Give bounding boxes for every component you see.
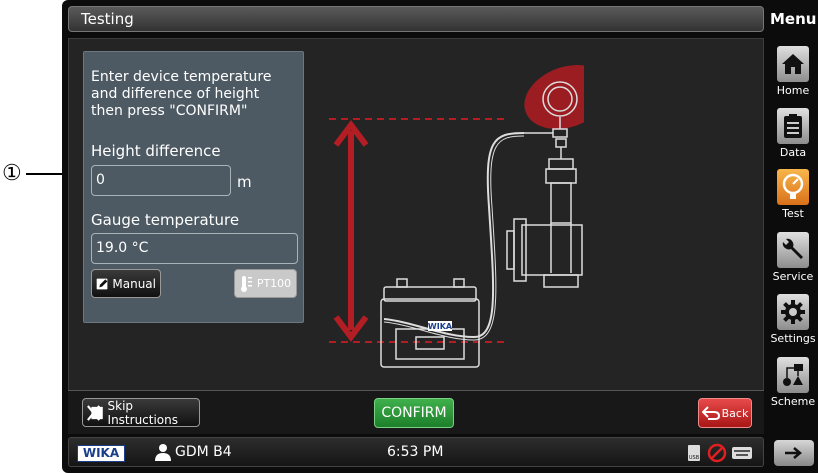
menu-label-settings: Settings <box>770 332 816 345</box>
scheme-icon <box>777 357 809 393</box>
gauge-icon <box>777 169 809 205</box>
case-badge: WIKA <box>428 321 453 331</box>
menu-next-button[interactable] <box>774 440 814 466</box>
height-arrow <box>333 120 369 342</box>
home-icon <box>777 46 809 82</box>
instruction-line: and difference of height <box>91 86 260 102</box>
instruction-panel: Enter device temperature and difference … <box>83 51 304 323</box>
keyboard-icon[interactable] <box>731 446 753 460</box>
skip-instructions-label: Skip Instructions <box>107 398 179 427</box>
menu-item-settings[interactable]: Settings <box>770 294 816 354</box>
back-button[interactable]: Back <box>698 398 752 428</box>
status-bar: WIKA GDM B4 6:53 PM USB <box>68 437 764 467</box>
height-difference-label: Height difference <box>91 142 221 160</box>
instruction-line: Enter device temperature <box>91 69 272 85</box>
menu-label-service: Service <box>772 270 814 283</box>
menu-item-home[interactable]: Home <box>770 46 816 106</box>
battery-warning-icon <box>707 443 727 463</box>
installation-diagram: WIKA <box>329 65 584 368</box>
work-area: Enter device temperature and difference … <box>68 38 764 433</box>
menu-title: Menu <box>770 10 817 28</box>
manual-button[interactable]: Manual <box>91 269 161 298</box>
back-arrow-icon <box>701 406 720 420</box>
user-name: GDM B4 <box>175 444 232 460</box>
gauge-highlight-ellipse <box>524 65 584 129</box>
menu-label-test: Test <box>782 207 804 220</box>
edit-icon <box>96 278 108 289</box>
menu-item-data[interactable]: Data <box>770 108 816 168</box>
menu-label-home: Home <box>776 84 810 97</box>
pt100-button-label: PT100 <box>256 277 292 290</box>
confirm-button[interactable]: CONFIRM <box>374 398 454 428</box>
user-icon <box>155 444 171 461</box>
instruction-text: Enter device temperature and difference … <box>91 69 296 120</box>
gauge-temperature-field[interactable]: 19.0 °C <box>91 233 298 264</box>
pt100-button[interactable]: PT100 <box>234 269 297 298</box>
title-bar: Testing <box>68 6 764 32</box>
gear-icon <box>777 294 809 330</box>
menu-item-test[interactable]: Test <box>770 169 816 229</box>
pressure-hose <box>383 132 525 339</box>
menu-item-service[interactable]: Service <box>770 232 816 292</box>
clock: 6:53 PM <box>387 444 444 460</box>
wika-logo: WIKA <box>77 445 125 462</box>
pipe-assembly <box>506 138 583 288</box>
confirm-button-label: CONFIRM <box>381 405 447 421</box>
callout-number: ① <box>2 161 22 186</box>
wrench-icon <box>777 232 809 268</box>
arrow-right-icon <box>785 447 802 459</box>
page-title: Testing <box>81 10 134 28</box>
usb-label: USB <box>689 455 700 461</box>
usb-icon: USB <box>688 445 700 461</box>
menu-item-scheme[interactable]: Scheme <box>770 357 816 417</box>
menu-label-data: Data <box>779 146 807 159</box>
clipboard-icon <box>777 108 809 144</box>
back-button-label: Back <box>721 406 749 420</box>
skip-instructions-button[interactable]: Skip Instructions <box>82 398 200 427</box>
device-screen: Testing Menu Enter device temperature an… <box>62 0 818 473</box>
case-badge-text: WIKA <box>428 322 453 331</box>
height-difference-field[interactable]: 0 <box>91 165 231 196</box>
height-unit: m <box>237 173 252 191</box>
menu-label-scheme: Scheme <box>770 395 816 408</box>
instruction-line: then press "CONFIRM" <box>91 103 248 119</box>
gauge-temperature-label: Gauge temperature <box>91 211 240 229</box>
thermometer-icon <box>240 275 252 292</box>
skip-instructions-icon <box>87 404 103 421</box>
action-bar: Skip Instructions CONFIRM Back <box>68 390 764 434</box>
manual-button-label: Manual <box>112 276 156 291</box>
